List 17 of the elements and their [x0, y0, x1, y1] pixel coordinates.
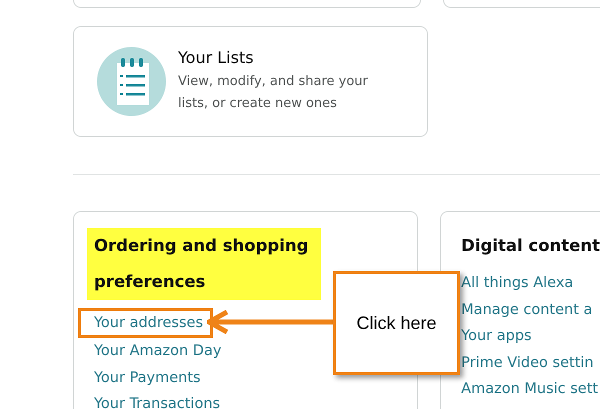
section-link[interactable]: Your addresses: [78, 308, 214, 338]
section-link[interactable]: Your Payments: [94, 364, 201, 391]
section-link[interactable]: Amazon Music sett: [461, 376, 598, 402]
section-link[interactable]: Your Transactions: [94, 391, 220, 409]
section-link[interactable]: All things Alexa: [461, 270, 574, 296]
section-heading: Ordering and shopping preferences: [87, 228, 321, 300]
section-link[interactable]: Manage content a: [461, 296, 592, 323]
callout-label: Click here: [333, 271, 460, 375]
section-link[interactable]: Prime Video settin: [461, 350, 594, 376]
arrow-icon: [207, 310, 334, 334]
section-heading: Digital content: [461, 235, 600, 257]
section-link[interactable]: Your Amazon Day: [94, 338, 222, 364]
section-link[interactable]: Your apps: [461, 323, 532, 350]
card-description: View, modify, and share your lists, or create new ones: [178, 73, 369, 113]
notepad-icon: [97, 47, 166, 116]
card-title: Your Lists: [178, 48, 255, 67]
lists-card[interactable]: Your Lists View, modify, and share your lists, or create new ones: [73, 26, 428, 137]
